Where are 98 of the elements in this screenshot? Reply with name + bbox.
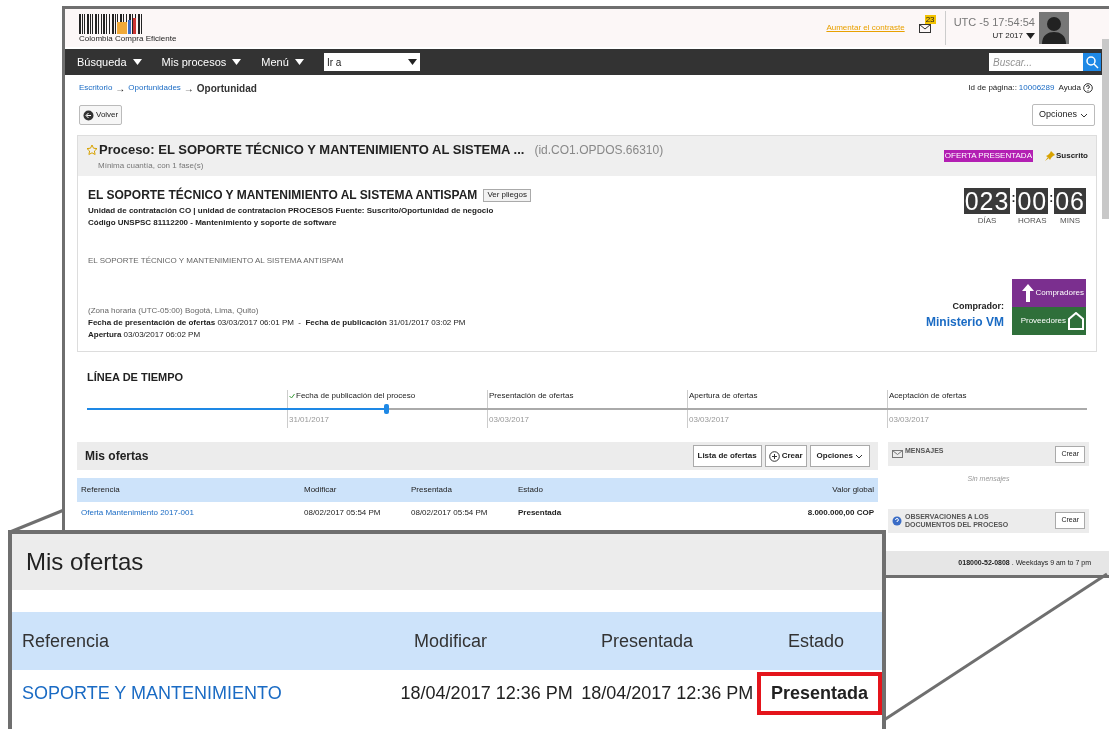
opening-date-text: Apertura 03/03/2017 06:02 PM (88, 329, 202, 341)
breadcrumb-link[interactable]: Escritorio (79, 82, 113, 94)
goto-dropdown[interactable]: Ir a (323, 53, 420, 71)
breadcrumb-arrow: → (183, 81, 194, 96)
chevron-down-icon (1080, 112, 1088, 118)
chevron-down-icon (855, 453, 863, 459)
timeline-stage-label: Presentación de ofertas (489, 390, 575, 402)
caret-icon (407, 59, 417, 65)
up-arrow-icon (1021, 284, 1034, 302)
create-offer-button[interactable]: Crear (764, 445, 807, 467)
mail-icon[interactable] (918, 23, 931, 33)
column-header: Estado (788, 629, 846, 653)
timeline-thumb[interactable] (384, 404, 389, 414)
help-icon[interactable] (1083, 83, 1093, 93)
table-cell-text: 08/02/2017 05:54 PM (304, 507, 382, 519)
countdown-unit: MINS (1060, 215, 1081, 227)
table-cell-text: Presentada (518, 507, 563, 519)
help-icon (892, 515, 902, 526)
countdown-digits: 06 (1054, 188, 1086, 214)
caret-icon (132, 59, 142, 65)
column-header: Valor global (831, 484, 874, 496)
notification-badge: 23 (924, 14, 936, 24)
nav-menu-item[interactable]: Búsqueda (77, 53, 142, 71)
offer-reference-link[interactable]: Oferta Mantenimiento 2017-001 (81, 507, 304, 519)
table-cell-text: 08/02/2017 05:54 PM (411, 507, 489, 519)
clock-text: UTC -5 17:54:54 (953, 14, 1035, 30)
view-specs-button[interactable]: Ver pliegos (483, 188, 531, 202)
column-header: Referencia (81, 484, 121, 496)
table-cell-text: 18/04/2017 12:36 PM (581, 681, 755, 705)
table-cell-text: 8.000.000,00 COP (806, 507, 874, 519)
process-subtitle: Mínima cuantía, con 1 fase(s) (98, 159, 205, 172)
status-label: OFERTA PRESENTADA (943, 150, 1033, 162)
offer-reference-link[interactable]: SOPORTE Y MANTENIMIENTO (22, 679, 401, 707)
search-field[interactable]: Buscar... (989, 53, 1083, 71)
timezone-text: (Zona horaria (UTC-05:00) Bogotá, Lima, Quito) (88, 305, 260, 317)
offers-title: Mis ofertas (85, 448, 149, 465)
caret-icon (1026, 33, 1035, 40)
process-id: (id.CO1.OPDOS.66310) (534, 142, 664, 159)
nav-menu-item[interactable]: Menú (261, 53, 304, 71)
timeline-stage-label: Apertura de ofertas (689, 390, 759, 402)
timeline-stage-date: 03/03/2017 (489, 414, 531, 426)
callout-title: Mis ofertas (26, 547, 144, 577)
help-link[interactable]: Ayuda (1058, 82, 1081, 94)
offers-list-button[interactable]: Lista de ofertas (692, 445, 762, 467)
contracting-unit-text: Unidad de contratación CO | unidad de contratacion PROCESOS Fuente: Suscrito/Oportunidad de negocio (88, 205, 495, 217)
dates-text: Fecha de presentación de ofertas 03/03/2017 06:01 PM - Fecha de publicación 31/01/2017 03:02 PM (88, 317, 467, 329)
status-cell: Presentada (756, 671, 882, 715)
process-description: EL SOPORTE TÉCNICO Y MANTENIMIENTO AL SISTEMA ANTISPAM (88, 255, 345, 267)
countdown-separator: : (1049, 192, 1054, 204)
countdown-unit: DÍAS (977, 215, 997, 227)
column-header: Presentada (601, 629, 695, 653)
logo-tile-text: Compradores (1035, 287, 1084, 299)
breadcrumb-current: Oportunidad (196, 81, 257, 96)
countdown-digits: 023 (963, 188, 1011, 214)
caret-icon (232, 59, 242, 65)
offers-options-button[interactable]: Opciones (809, 445, 870, 467)
timeline-stage-label: Aceptación de ofertas (889, 390, 968, 402)
caret-icon (294, 59, 304, 65)
table-cell-text: 18/04/2017 12:36 PM (400, 681, 574, 705)
column-header: Presentada (411, 484, 453, 496)
column-header: Modificar (304, 484, 338, 496)
user-avatar-icon (1039, 12, 1069, 44)
logo-text: Colombia Compra Eficiente (79, 34, 177, 43)
column-header: Referencia (22, 629, 111, 653)
star-icon[interactable] (86, 144, 98, 156)
back-button[interactable]: Volver (79, 105, 123, 125)
breadcrumb-arrow: → (115, 81, 126, 96)
countdown-unit: HORAS (1018, 215, 1047, 227)
process-title: Proceso: EL SOPORTE TÉCNICO Y MANTENIMIENTO AL SISTEMA ... (99, 141, 525, 160)
timeline-stage-label: Fecha de publicación del proceso (289, 390, 487, 402)
page-id-label: Id de página:: (968, 82, 1017, 94)
buyer-name[interactable]: Ministerio VM (926, 313, 1004, 331)
buyer-label: Comprador: (952, 299, 1004, 313)
house-icon (1068, 312, 1084, 330)
back-arrow-icon (83, 109, 94, 121)
barcode-logo-icon (79, 13, 145, 34)
column-header: Modificar (414, 629, 489, 653)
plus-circle-icon (768, 450, 780, 462)
options-button[interactable]: Opciones (1031, 104, 1095, 126)
unspsc-code-text: Código UNSPSC 81112200 - Mantenimiento y soporte de software (88, 217, 338, 229)
timeline-stage-date: 31/01/2017 (289, 414, 331, 426)
checkmark-icon (289, 393, 295, 399)
breadcrumb-link[interactable]: Oportunidades (128, 82, 181, 94)
countdown-separator: : (1011, 192, 1016, 204)
logo-tile-text: Proveedores (1020, 315, 1066, 327)
column-header: Estado (518, 484, 544, 496)
timeline-stage-date: 03/03/2017 (689, 414, 731, 426)
pin-icon[interactable] (1045, 151, 1055, 161)
subscribed-label: Suscrito (1056, 150, 1088, 162)
user-menu[interactable]: UT 2017 (992, 30, 1035, 43)
process-name: EL SOPORTE TÉCNICO Y MANTENIMIENTO AL SISTEMA ANTISPAM (88, 186, 478, 204)
search-icon[interactable] (1083, 53, 1101, 71)
timeline-title: LÍNEA DE TIEMPO (87, 371, 184, 383)
countdown-digits: 00 (1016, 188, 1049, 214)
timeline-stage-date: 03/03/2017 (889, 414, 931, 426)
mail-icon (892, 450, 903, 458)
nav-menu-item[interactable]: Mis procesos (161, 53, 242, 71)
page-id-link[interactable]: 10006289 (1018, 82, 1055, 94)
